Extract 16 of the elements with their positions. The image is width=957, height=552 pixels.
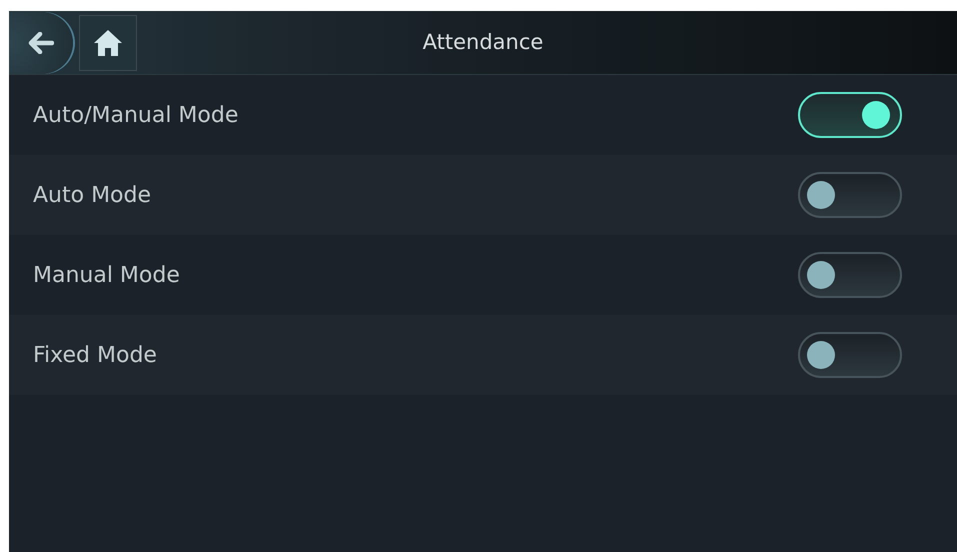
back-arrow-icon <box>28 32 54 54</box>
home-icon <box>93 28 123 56</box>
setting-label: Auto Mode <box>33 182 152 208</box>
toggle-knob <box>807 341 835 369</box>
toggle-knob <box>807 181 835 209</box>
home-button[interactable] <box>79 14 137 70</box>
setting-label: Fixed Mode <box>33 342 157 368</box>
toggle-switch[interactable] <box>798 332 902 378</box>
setting-label: Manual Mode <box>33 262 180 288</box>
toggle-switch[interactable] <box>798 252 902 298</box>
setting-label: Auto/Manual Mode <box>33 102 238 128</box>
back-button[interactable] <box>9 12 73 74</box>
toggle-knob <box>807 261 835 289</box>
toggle-switch[interactable] <box>798 172 902 218</box>
page-title: Attendance <box>422 29 544 56</box>
toggle-knob <box>862 101 890 129</box>
